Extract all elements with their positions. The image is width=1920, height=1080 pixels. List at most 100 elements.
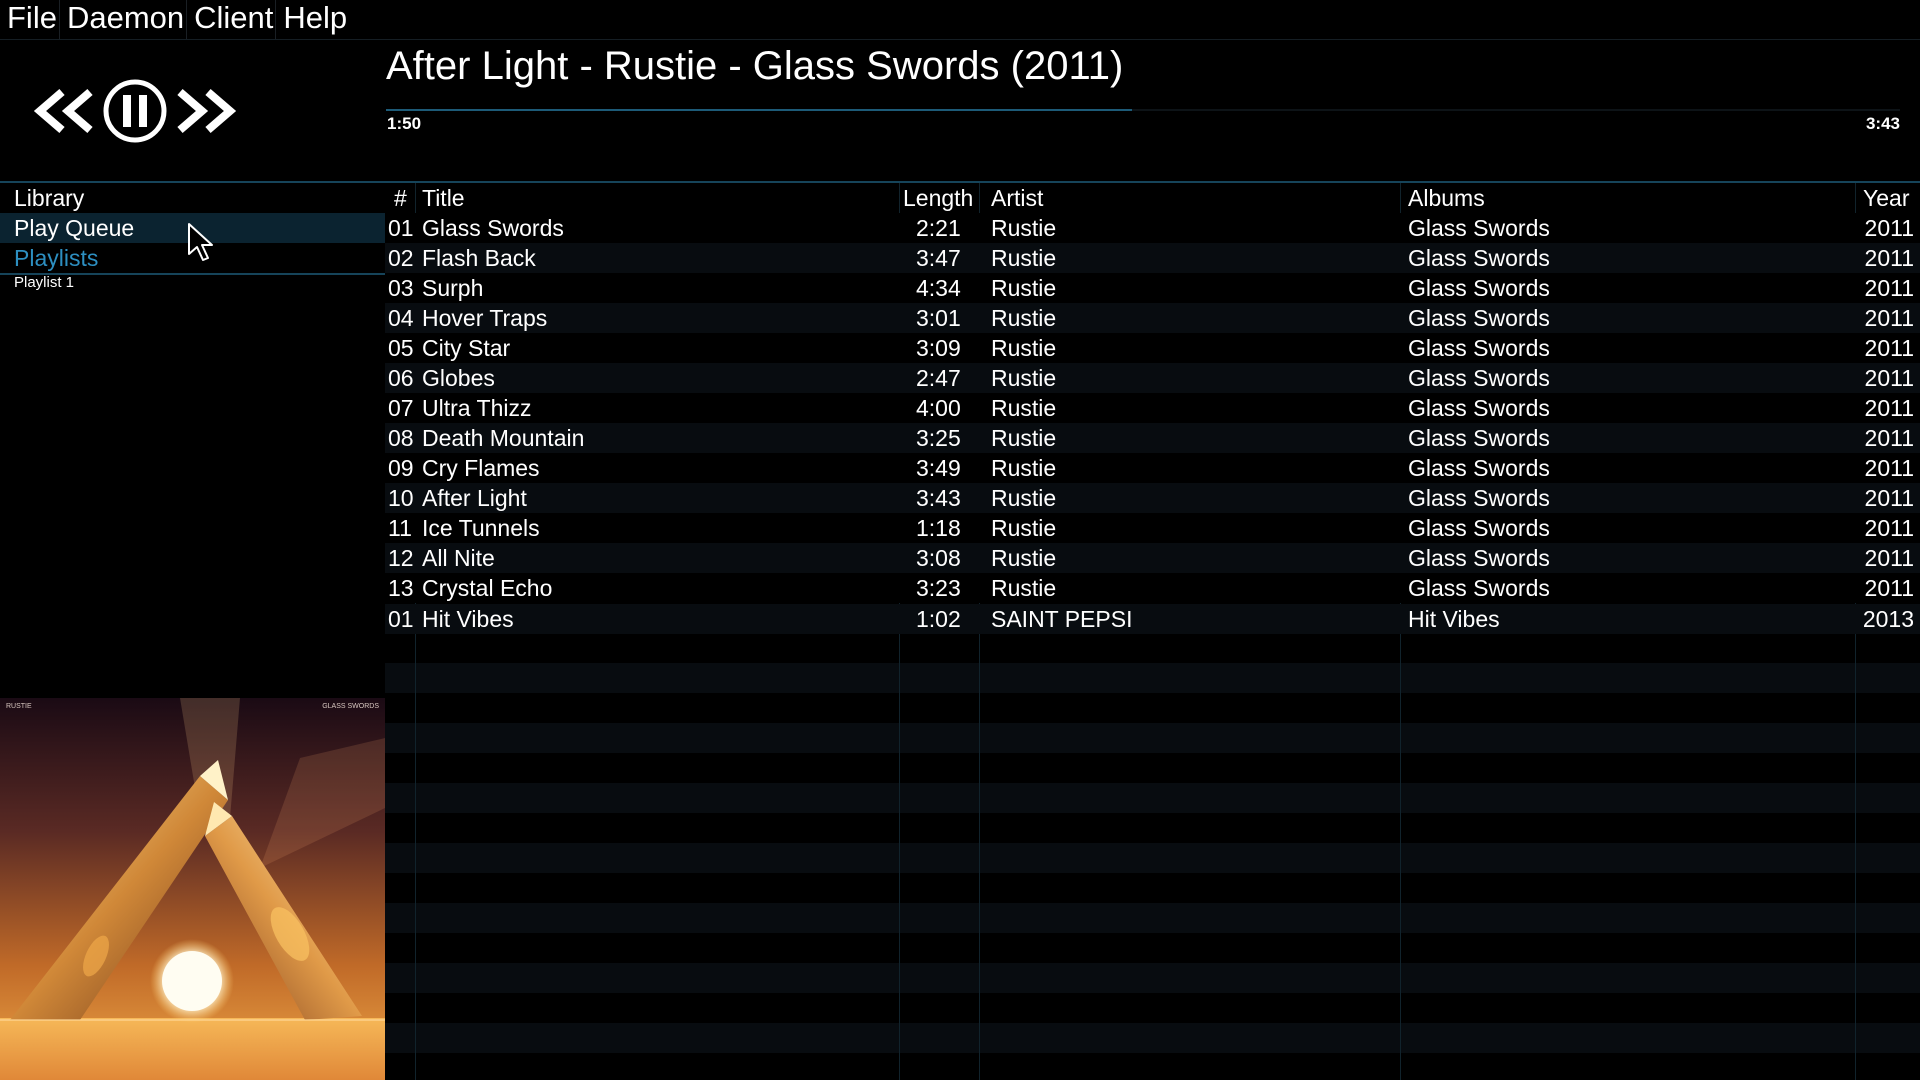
year-cell: 2011	[1864, 575, 1914, 601]
table-row[interactable]: 01 Glass Swords 2:21 Rustie Glass Swords 2011	[385, 213, 1920, 243]
track-list: 01 Glass Swords 2:21 Rustie Glass Swords 2011…	[385, 213, 1920, 634]
table-row[interactable]: 06 Globes 2:47 Rustie Glass Swords 2011	[385, 363, 1920, 393]
length-cell: 3:09	[916, 335, 961, 361]
artist-cell: SAINT PEPSI	[991, 606, 1133, 632]
album-art-text-right: GLASS SWORDS	[322, 703, 379, 710]
artist-cell: Rustie	[991, 335, 1057, 361]
artist-cell: Rustie	[991, 575, 1057, 601]
table-row[interactable]: 02 Flash Back 3:47 Rustie Glass Swords 2011	[385, 243, 1920, 273]
sidebar-item-label: Library	[14, 185, 85, 211]
title-cell: Hover Traps	[422, 305, 548, 331]
title-cell: Ultra Thizz	[422, 395, 532, 421]
album-cell: Glass Swords	[1408, 425, 1550, 451]
track-number-cell: 13	[388, 575, 414, 601]
title-cell: Crystal Echo	[422, 575, 553, 601]
table-row[interactable]: 12 All Nite 3:08 Rustie Glass Swords 2011	[385, 543, 1920, 573]
artist-cell: Rustie	[991, 245, 1057, 271]
length-cell: 3:01	[916, 305, 961, 331]
album-cell: Glass Swords	[1408, 395, 1550, 421]
year-cell: 2011	[1864, 245, 1914, 271]
length-cell: 3:49	[916, 455, 961, 481]
length-cell: 4:34	[916, 275, 961, 301]
album-cell: Glass Swords	[1408, 545, 1550, 571]
table-row[interactable]: 07 Ultra Thizz 4:00 Rustie Glass Swords 2011	[385, 393, 1920, 423]
artist-cell: Rustie	[991, 395, 1057, 421]
transport-controls	[34, 78, 236, 144]
sidebar-item-library[interactable]: Library	[0, 183, 385, 213]
column-header-length[interactable]: Length	[903, 183, 973, 213]
column-header-title[interactable]: Title	[422, 183, 465, 213]
column-header-artist[interactable]: Artist	[991, 183, 1043, 213]
elapsed-time: 1:50	[387, 114, 422, 133]
year-cell: 2011	[1864, 425, 1914, 451]
column-header-year[interactable]: Year	[1863, 183, 1909, 213]
previous-icon[interactable]	[34, 78, 96, 144]
table-row[interactable]: 10 After Light 3:43 Rustie Glass Swords 2011	[385, 483, 1920, 513]
length-cell: 3:47	[916, 245, 961, 271]
year-cell: 2011	[1864, 305, 1914, 331]
table-row[interactable]: 13 Crystal Echo 3:23 Rustie Glass Swords 2011	[385, 573, 1920, 603]
artist-cell: Rustie	[991, 545, 1057, 571]
table-row[interactable]: 05 City Star 3:09 Rustie Glass Swords 2011	[385, 333, 1920, 363]
title-cell: Hit Vibes	[422, 606, 514, 632]
title-cell: All Nite	[422, 545, 495, 571]
album-cell: Glass Swords	[1408, 575, 1550, 601]
menu-daemon[interactable]: Daemon	[60, 0, 188, 39]
length-cell: 3:23	[916, 575, 961, 601]
artist-cell: Rustie	[991, 455, 1057, 481]
progress-bar[interactable]	[386, 109, 1900, 111]
track-number-cell: 07	[388, 395, 414, 421]
album-cell: Glass Swords	[1408, 275, 1550, 301]
year-cell: 2011	[1864, 365, 1914, 391]
table-row[interactable]: 01 Hit Vibes 1:02 SAINT PEPSI Hit Vibes 2013	[385, 604, 1920, 634]
total-time: 3:43	[1865, 114, 1900, 133]
length-cell: 4:00	[916, 395, 961, 421]
menu-client[interactable]: Client	[187, 0, 277, 39]
album-cell: Glass Swords	[1408, 335, 1550, 361]
table-header: # Title Length Artist Albums Year	[385, 183, 1920, 214]
album-cell: Glass Swords	[1408, 365, 1550, 391]
pause-icon[interactable]	[102, 78, 168, 144]
sidebar-item-label: Playlist 1	[14, 274, 75, 291]
mouse-cursor-icon	[188, 223, 213, 261]
title-cell: City Star	[422, 335, 511, 361]
year-cell: 2011	[1864, 485, 1914, 511]
year-cell: 2011	[1864, 545, 1914, 571]
column-header-number[interactable]: #	[394, 183, 407, 213]
table-row[interactable]: 08 Death Mountain 3:25 Rustie Glass Swords 20…	[385, 423, 1920, 453]
title-cell: After Light	[422, 485, 527, 511]
artist-cell: Rustie	[991, 365, 1057, 391]
artist-cell: Rustie	[991, 485, 1057, 511]
artist-cell: Rustie	[991, 305, 1057, 331]
track-number-cell: 09	[388, 455, 414, 481]
next-icon[interactable]	[174, 78, 236, 144]
year-cell: 2011	[1864, 275, 1914, 301]
title-cell: Flash Back	[422, 245, 536, 271]
title-cell: Cry Flames	[422, 455, 540, 481]
track-number-cell: 11	[388, 515, 412, 541]
album-art: RUSTIE GLASS SWORDS	[0, 698, 385, 1080]
album-cell: Glass Swords	[1408, 215, 1550, 241]
track-number-cell: 06	[388, 365, 414, 391]
table-row[interactable]: 04 Hover Traps 3:01 Rustie Glass Swords 2011	[385, 303, 1920, 333]
length-cell: 1:18	[916, 515, 961, 541]
track-number-cell: 10	[388, 485, 414, 511]
progress-fill	[386, 109, 1133, 111]
menu-file[interactable]: File	[0, 0, 60, 39]
title-cell: Surph	[422, 275, 484, 301]
album-cell: Glass Swords	[1408, 245, 1550, 271]
artist-cell: Rustie	[991, 275, 1057, 301]
title-cell: Globes	[422, 365, 495, 391]
table-row[interactable]: 03 Surph 4:34 Rustie Glass Swords 2011	[385, 273, 1920, 303]
table-row[interactable]: 11 Ice Tunnels 1:18 Rustie Glass Swords 2011	[385, 513, 1920, 543]
menu-help[interactable]: Help	[276, 0, 349, 39]
title-cell: Glass Swords	[422, 215, 564, 241]
table-row[interactable]: 09 Cry Flames 3:49 Rustie Glass Swords 2011	[385, 453, 1920, 483]
track-number-cell: 03	[388, 275, 414, 301]
title-cell: Death Mountain	[422, 425, 585, 451]
album-cell: Glass Swords	[1408, 515, 1550, 541]
sidebar-item-playlist-1[interactable]: Playlist 1	[0, 272, 385, 294]
column-header-albums[interactable]: Albums	[1408, 183, 1485, 213]
track-number-cell: 02	[388, 245, 414, 271]
album-art-text-left: RUSTIE	[6, 703, 32, 710]
